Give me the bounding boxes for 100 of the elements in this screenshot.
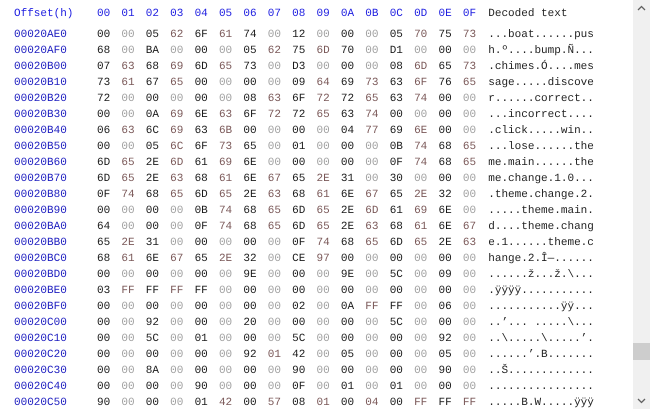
scrollbar-thumb[interactable] [633, 343, 650, 360]
hex-byte: 67 [170, 252, 184, 267]
hex-byte: 65 [462, 156, 478, 171]
hex-byte: 00 [218, 268, 234, 283]
decoded-text: ......ž...ž.\... [488, 268, 594, 283]
hex-byte: 65 [268, 220, 282, 235]
hex-byte: 00 [316, 28, 331, 43]
hex-byte: 65 [292, 172, 306, 187]
hex-byte: 97 [316, 252, 331, 267]
hex-byte: 73 [365, 76, 380, 91]
hex-byte: 5C [390, 316, 404, 331]
hex-byte: 32 [438, 188, 453, 203]
hex-byte: 0A [146, 108, 160, 123]
hex-byte: 05 [340, 348, 356, 363]
offset-label: 00020AF0 [14, 44, 68, 59]
hex-byte: 65 [268, 204, 282, 219]
column-header: 0E [438, 7, 453, 22]
hex-byte: 65 [390, 188, 404, 203]
hex-byte: D3 [292, 60, 306, 75]
hex-byte: 92 [243, 348, 258, 363]
hex-byte: 65 [438, 60, 453, 75]
hex-byte: 63 [390, 92, 404, 107]
hex-byte: 00 [438, 108, 453, 123]
hex-byte: 2E [340, 204, 356, 219]
hex-byte: 6D [292, 204, 306, 219]
hex-byte: 6D [194, 188, 209, 203]
hex-byte: 65 [194, 252, 209, 267]
hex-byte: 00 [316, 268, 331, 283]
column-header: 0B [365, 7, 380, 22]
hex-byte: 74 [316, 236, 331, 251]
hex-byte: 65 [170, 188, 184, 203]
hex-byte: 9E [243, 268, 258, 283]
hex-byte: FF [390, 300, 404, 315]
hex-byte: 00 [268, 268, 282, 283]
hex-byte: 01 [194, 396, 209, 409]
hex-byte: 6D [365, 204, 380, 219]
hex-byte: 00 [462, 252, 478, 267]
decoded-text: sage.....discove [488, 76, 594, 91]
scrollbar-track[interactable] [633, 0, 650, 409]
hex-byte: 68 [97, 252, 112, 267]
column-header: Offset(h) [14, 7, 74, 22]
hex-byte: 04 [340, 124, 356, 139]
hex-byte: 6F [194, 140, 209, 155]
hex-byte: 00 [121, 348, 136, 363]
hex-byte: 42 [292, 348, 306, 363]
hex-byte: 00 [316, 284, 331, 299]
hex-byte: 05 [146, 28, 160, 43]
hex-byte: 5C [146, 332, 160, 347]
hex-byte: 00 [438, 252, 453, 267]
hex-byte: 00 [146, 204, 160, 219]
hex-byte: 9E [340, 268, 356, 283]
hex-byte: 08 [243, 92, 258, 107]
offset-label: 00020AE0 [14, 28, 68, 43]
hex-byte: 65 [316, 220, 331, 235]
hex-byte: 72 [316, 92, 331, 107]
hex-byte: 00 [365, 332, 380, 347]
hex-byte: 00 [365, 316, 380, 331]
decoded-text: ................ [488, 380, 594, 395]
hex-byte: 00 [340, 252, 356, 267]
offset-label: 00020B50 [14, 140, 68, 155]
hex-byte: 0F [390, 156, 404, 171]
hex-byte: 00 [97, 348, 112, 363]
offset-label: 00020B80 [14, 188, 68, 203]
hex-byte: CE [292, 252, 306, 267]
hex-byte: 69 [170, 60, 184, 75]
hex-byte: 00 [121, 204, 136, 219]
hex-byte: 2E [121, 236, 136, 251]
hex-byte: 61 [218, 172, 234, 187]
hex-byte: 00 [194, 348, 209, 363]
hex-byte: 09 [438, 268, 453, 283]
hex-byte: 0F [97, 188, 112, 203]
hex-byte: 00 [218, 316, 234, 331]
decoded-text: ......’.B....... [488, 348, 594, 363]
hex-byte: 00 [292, 124, 306, 139]
hex-byte: 00 [414, 108, 428, 123]
hex-byte: 00 [170, 380, 184, 395]
hex-byte: 68 [146, 188, 160, 203]
hex-byte: 00 [316, 348, 331, 363]
hex-byte: 68 [438, 140, 453, 155]
hex-byte: 67 [268, 172, 282, 187]
hex-byte: 73 [462, 28, 478, 43]
hex-byte: 00 [462, 44, 478, 59]
hex-byte: 2E [146, 172, 160, 187]
hex-byte: 5C [292, 332, 306, 347]
hex-byte: 00 [170, 92, 184, 107]
hex-byte: 00 [462, 188, 478, 203]
hex-byte: 00 [121, 268, 136, 283]
hex-byte: 00 [316, 60, 331, 75]
hex-byte: 00 [292, 284, 306, 299]
hex-byte: 6D [316, 44, 331, 59]
hex-byte: 63 [194, 124, 209, 139]
hex-byte: 00 [365, 156, 380, 171]
hex-byte: 00 [292, 316, 306, 331]
hex-byte: 92 [438, 332, 453, 347]
hex-byte: 00 [97, 108, 112, 123]
hex-byte: 65 [365, 236, 380, 251]
offset-label: 00020C50 [14, 396, 68, 409]
hex-byte: 90 [292, 364, 306, 379]
hex-byte: 00 [438, 284, 453, 299]
hex-byte: FF [365, 300, 380, 315]
